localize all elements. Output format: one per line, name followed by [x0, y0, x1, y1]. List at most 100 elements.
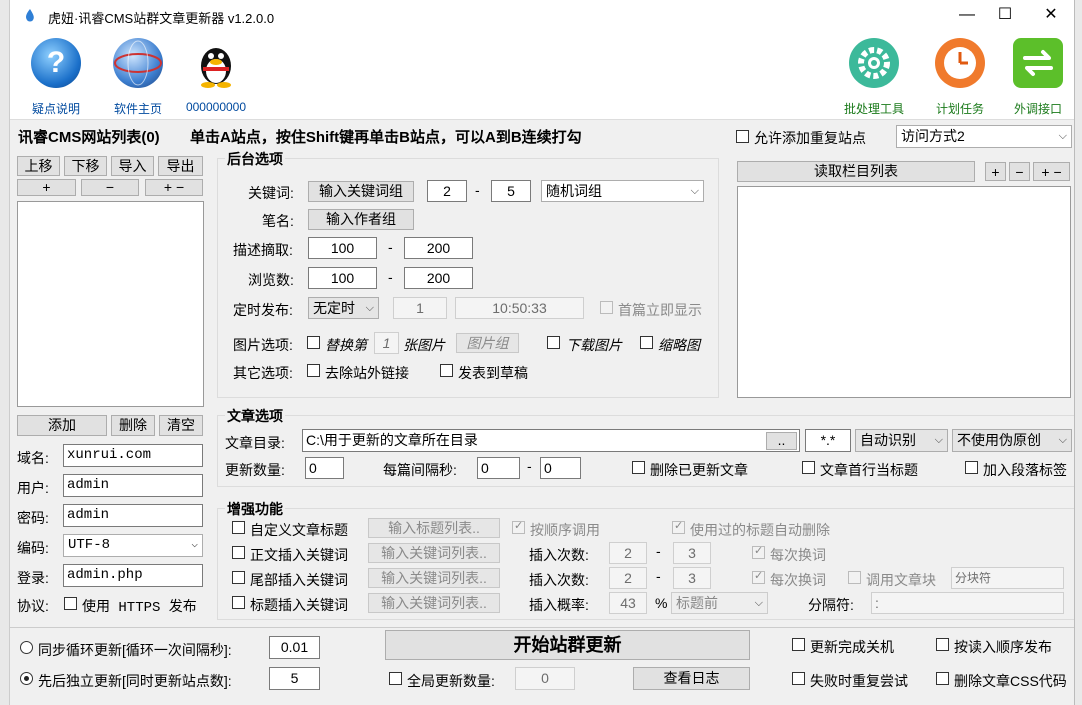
- access-mode-select[interactable]: 访问方式2 ⌵: [896, 125, 1072, 148]
- site-list-title: 讯睿CMS网站列表(0): [18, 129, 160, 146]
- input-authors-button[interactable]: 输入作者组: [308, 209, 414, 230]
- allow-duplicate-checkbox[interactable]: [736, 130, 749, 143]
- site-list-box[interactable]: [17, 201, 204, 407]
- image-index-input[interactable]: 1: [374, 332, 399, 354]
- add-paragraph-checkbox[interactable]: [965, 461, 978, 474]
- column-toggle-button[interactable]: + −: [1033, 162, 1070, 181]
- views-min-input[interactable]: 100: [308, 267, 377, 289]
- move-down-button[interactable]: 下移: [64, 156, 107, 176]
- add-button[interactable]: 添加: [17, 415, 107, 436]
- keyword-list-button-1[interactable]: 输入关键词列表..: [368, 543, 500, 563]
- view-log-button[interactable]: 查看日志: [633, 667, 750, 690]
- sequential-call-checkbox[interactable]: [512, 519, 525, 534]
- concurrent-sites-input[interactable]: 5: [269, 667, 320, 690]
- title-position-select[interactable]: 标题前 ⌵: [671, 592, 768, 614]
- import-button[interactable]: 导入: [111, 156, 154, 176]
- close-button[interactable]: ✕: [1028, 0, 1074, 32]
- tool-help[interactable]: ? 疑点说明: [16, 38, 96, 117]
- keyword-mode-select[interactable]: 随机词组 ⌵: [541, 180, 704, 202]
- sequential-radio[interactable]: [20, 672, 33, 685]
- delete-updated-checkbox[interactable]: [632, 461, 645, 474]
- column-list-box[interactable]: [737, 186, 1071, 398]
- read-column-list-button[interactable]: 读取栏目列表: [737, 161, 975, 182]
- custom-title-checkbox[interactable]: [232, 521, 245, 534]
- download-images-checkbox[interactable]: [547, 336, 560, 349]
- first-line-title-checkbox[interactable]: [802, 461, 815, 474]
- article-dir-input[interactable]: C:\用于更新的文章所在目录: [302, 429, 800, 452]
- maximize-button[interactable]: ☐: [982, 0, 1028, 32]
- column-minus-button[interactable]: −: [1009, 162, 1030, 181]
- allow-duplicate-label: 允许添加重复站点: [754, 130, 866, 146]
- browse-dir-button[interactable]: ..: [766, 432, 797, 450]
- file-ext-input[interactable]: *.*: [805, 429, 851, 452]
- views-max-input[interactable]: 200: [404, 267, 473, 289]
- delete-css-checkbox[interactable]: [936, 672, 949, 685]
- user-input[interactable]: admin: [63, 474, 203, 497]
- schedule-count-input[interactable]: 1: [393, 297, 447, 319]
- password-input[interactable]: admin: [63, 504, 203, 527]
- call-block-checkbox[interactable]: [848, 571, 861, 584]
- sync-loop-radio[interactable]: [20, 641, 33, 654]
- add-site-plus-button[interactable]: +: [17, 179, 76, 196]
- auto-delete-title-checkbox[interactable]: [672, 519, 685, 534]
- interval-min-input[interactable]: 0: [477, 457, 520, 479]
- tail-keyword-checkbox[interactable]: [232, 571, 245, 584]
- separator-input[interactable]: :: [871, 592, 1064, 614]
- insert-times-max-1[interactable]: 3: [673, 542, 711, 564]
- title-keyword-checkbox[interactable]: [232, 596, 245, 609]
- start-update-button[interactable]: 开始站群更新: [385, 630, 750, 660]
- body-keyword-checkbox[interactable]: [232, 546, 245, 559]
- insert-probability-input[interactable]: 43: [609, 592, 647, 614]
- keyword-list-button-2[interactable]: 输入关键词列表..: [368, 568, 500, 588]
- replace-image-checkbox[interactable]: [307, 336, 320, 349]
- remove-site-minus-button[interactable]: −: [81, 179, 139, 196]
- description-min-input[interactable]: 100: [308, 237, 377, 259]
- tool-schedule[interactable]: 计划任务: [920, 38, 1000, 117]
- each-change-checkbox-1[interactable]: [752, 544, 765, 559]
- encoding-select[interactable]: UTF-8 ⌵: [63, 534, 203, 557]
- post-draft-checkbox[interactable]: [440, 364, 453, 377]
- keyword-max-input[interactable]: 5: [491, 180, 531, 202]
- each-change-checkbox-2[interactable]: [752, 569, 765, 584]
- retry-checkbox[interactable]: [792, 672, 805, 685]
- title-list-button[interactable]: 输入标题列表..: [368, 518, 500, 538]
- tool-qq[interactable]: 000000000: [176, 38, 256, 114]
- sync-interval-input[interactable]: 0.01: [269, 636, 320, 659]
- schedule-mode-select[interactable]: 无定时 ⌵: [308, 297, 379, 319]
- global-count-input[interactable]: 0: [515, 667, 575, 690]
- pseudo-original-select[interactable]: 不使用伪原创 ⌵: [952, 429, 1072, 452]
- tool-api[interactable]: 外调接口: [998, 38, 1078, 117]
- column-plus-button[interactable]: +: [985, 162, 1006, 181]
- shutdown-checkbox[interactable]: [792, 638, 805, 651]
- move-up-button[interactable]: 上移: [17, 156, 60, 176]
- schedule-time-input[interactable]: 10:50:33: [455, 297, 584, 319]
- domain-input[interactable]: xunrui.com: [63, 444, 203, 467]
- update-count-input[interactable]: 0: [305, 457, 344, 479]
- toggle-all-button[interactable]: + −: [145, 179, 203, 196]
- https-checkbox[interactable]: [64, 597, 77, 610]
- access-mode-value: 访问方式2: [901, 128, 965, 144]
- read-order-checkbox[interactable]: [936, 638, 949, 651]
- clear-button[interactable]: 清空: [159, 415, 203, 436]
- login-input[interactable]: admin.php: [63, 564, 203, 587]
- export-button[interactable]: 导出: [158, 156, 203, 176]
- tool-homepage[interactable]: 软件主页: [98, 38, 178, 117]
- tool-batch[interactable]: 批处理工具: [834, 38, 914, 117]
- thumbnail-checkbox[interactable]: [640, 336, 653, 349]
- input-keywords-button[interactable]: 输入关键词组: [308, 181, 414, 202]
- global-count-checkbox[interactable]: [389, 672, 402, 685]
- block-separator-input[interactable]: 分块符: [951, 567, 1064, 589]
- first-show-checkbox[interactable]: [600, 301, 613, 314]
- insert-times-min-2[interactable]: 2: [609, 567, 647, 589]
- image-group-button[interactable]: 图片组: [456, 333, 519, 353]
- title-bar[interactable]: 虎妞·讯睿CMS站群文章更新器 v1.2.0.0 — ☐ ✕: [10, 0, 1074, 32]
- insert-times-min-1[interactable]: 2: [609, 542, 647, 564]
- remove-links-checkbox[interactable]: [307, 364, 320, 377]
- description-max-input[interactable]: 200: [404, 237, 473, 259]
- interval-max-input[interactable]: 0: [540, 457, 581, 479]
- delete-button[interactable]: 删除: [111, 415, 155, 436]
- keyword-min-input[interactable]: 2: [427, 180, 467, 202]
- insert-times-max-2[interactable]: 3: [673, 567, 711, 589]
- keyword-list-button-3[interactable]: 输入关键词列表..: [368, 593, 500, 613]
- encoding-detect-select[interactable]: 自动识别 ⌵: [855, 429, 948, 452]
